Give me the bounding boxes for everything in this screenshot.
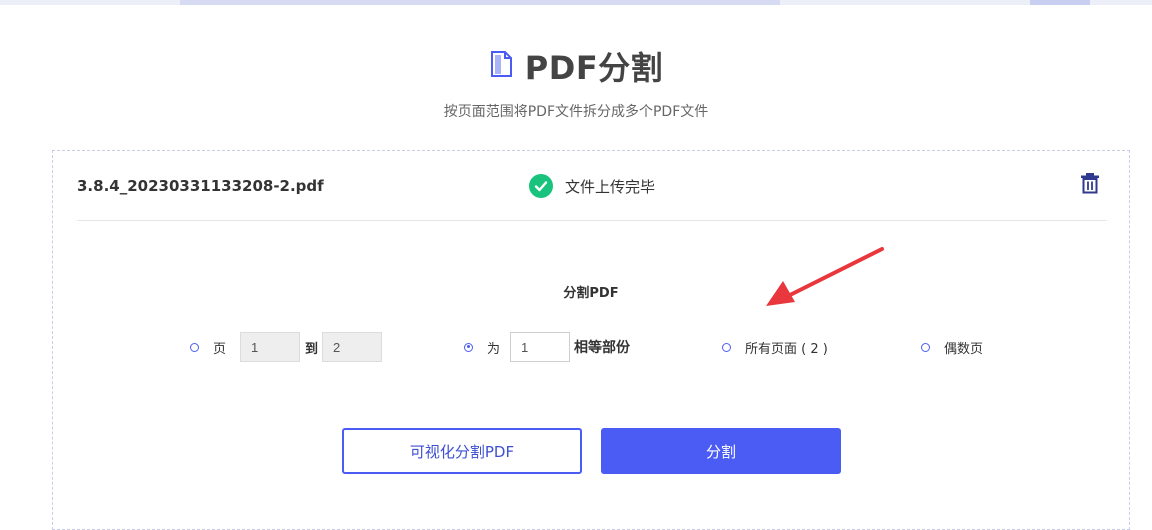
range-prefix-label: 页: [213, 341, 227, 357]
file-row: 3.8.4_20230331133208-2.pdf 文件上传完毕: [77, 151, 1107, 221]
trash-icon[interactable]: [1079, 171, 1101, 195]
top-banner: [0, 0, 1152, 5]
range-radio[interactable]: [190, 342, 199, 352]
pdf-document-icon: [489, 49, 515, 83]
check-circle-icon: [529, 174, 553, 198]
visual-split-button[interactable]: 可视化分割PDF: [342, 428, 582, 474]
even-pages-radio[interactable]: [921, 342, 930, 352]
upload-status: 文件上传完毕: [529, 174, 655, 198]
range-to-input[interactable]: [322, 332, 383, 362]
range-to-label: 到: [305, 341, 319, 357]
split-section-title: 分割PDF: [563, 286, 619, 301]
option-all-pages: 所有页面 ( 2 ): [722, 331, 828, 363]
page-title: PDF分割: [524, 49, 664, 87]
page-header: PDF分割 按页面范围将PDF文件拆分成多个PDF文件: [0, 43, 1152, 121]
equal-radio[interactable]: [464, 342, 473, 352]
upload-status-text: 文件上传完毕: [565, 177, 656, 196]
equal-parts-input[interactable]: [510, 332, 571, 362]
option-page-range: 页 到: [190, 331, 383, 363]
banner-decoration: [1030, 0, 1090, 5]
equal-prefix-label: 为: [487, 341, 501, 357]
even-pages-label: 偶数页: [944, 341, 984, 357]
page-subtitle: 按页面范围将PDF文件拆分成多个PDF文件: [443, 104, 709, 120]
option-equal-parts: 为 相等部份: [464, 331, 630, 363]
range-from-input[interactable]: [240, 332, 301, 362]
all-pages-radio[interactable]: [722, 342, 731, 352]
equal-suffix-label: 相等部份: [574, 340, 631, 356]
file-name: 3.8.4_20230331133208-2.pdf: [77, 177, 324, 195]
split-panel: 3.8.4_20230331133208-2.pdf 文件上传完毕 分割PDF …: [52, 150, 1130, 530]
option-even-pages: 偶数页: [921, 331, 983, 363]
all-pages-label: 所有页面 ( 2 ): [745, 341, 828, 357]
split-button[interactable]: 分割: [601, 428, 841, 474]
banner-decoration: [180, 0, 780, 5]
title-row: PDF分割: [489, 43, 663, 89]
